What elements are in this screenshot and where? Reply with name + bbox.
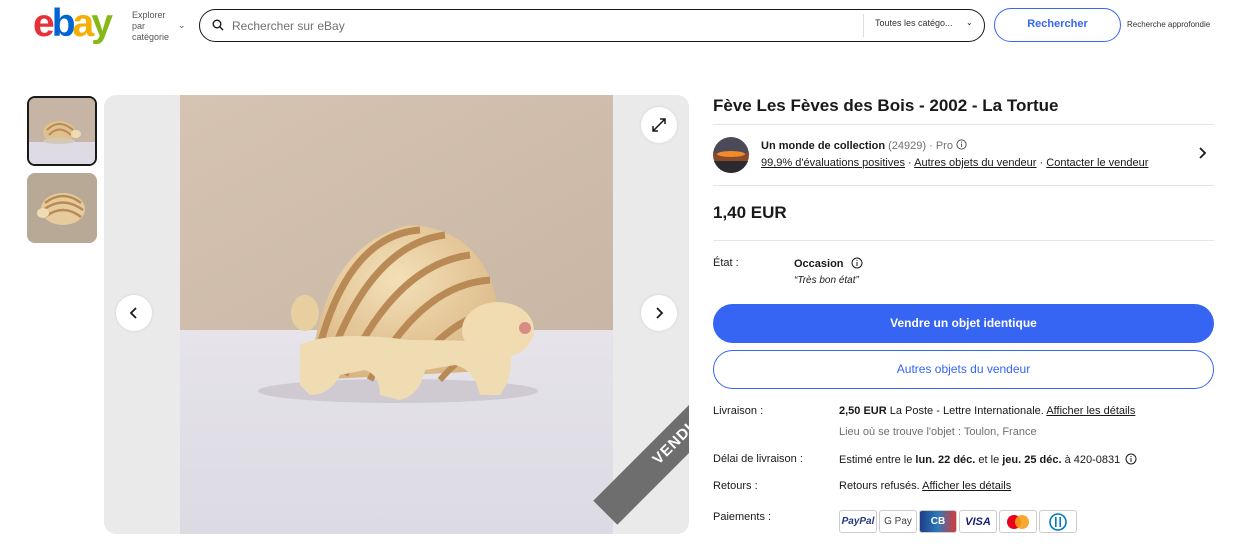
info-icon[interactable] xyxy=(851,257,863,269)
delivery-mid: et le xyxy=(975,454,1003,466)
returns-details-link[interactable]: Afficher les détails xyxy=(922,480,1011,492)
returns-value: Retours refusés. Afficher les détails xyxy=(839,480,1011,492)
paypal-text: PayPal xyxy=(841,516,875,527)
chevron-down-icon: ⌄ xyxy=(966,18,973,27)
positive-feedback-link[interactable]: 99,9% d'évaluations positives xyxy=(761,157,905,169)
divider xyxy=(863,14,864,37)
gpay-text: G Pay xyxy=(884,516,912,527)
seller-name-row: Un monde de collection (24929) · Pro xyxy=(761,139,967,152)
shipping-value: 2,50 EUR La Poste - Lettre International… xyxy=(839,405,1135,417)
avatar-image xyxy=(713,137,749,173)
category-select[interactable]: Toutes les catégo... xyxy=(875,18,953,28)
logo-letter-y: y xyxy=(91,2,113,45)
condition-text: Occasion xyxy=(794,258,844,270)
shipping-price: 2,50 EUR xyxy=(839,405,887,417)
seller-other-items-button[interactable]: Autres objets du vendeur xyxy=(713,350,1214,389)
item-location: Lieu où se trouve l'objet : Toulon, Fran… xyxy=(839,426,1037,438)
contact-seller-link[interactable]: Contacter le vendeur xyxy=(1046,157,1148,169)
header: ebay Explorer par catégorie ⌄ Toutes les… xyxy=(0,0,1237,54)
explore-by-category-button[interactable]: Explorer par catégorie ⌄ xyxy=(132,10,186,43)
mastercard-logo xyxy=(1007,514,1029,529)
thumbnail-1[interactable] xyxy=(27,96,97,166)
search-button[interactable]: Rechercher xyxy=(994,8,1121,42)
delivery-to: jeu. 25 déc. xyxy=(1002,454,1062,466)
next-image-button[interactable] xyxy=(641,295,677,331)
chevron-left-icon xyxy=(129,307,137,319)
delivery-label: Délai de livraison : xyxy=(713,453,803,465)
payment-methods: PayPal G Pay CB VISA xyxy=(839,510,1077,533)
feedback-count: (24929) xyxy=(888,140,927,152)
delivery-suffix: à 420-0831 xyxy=(1061,454,1121,466)
seller-other-items-link[interactable]: Autres objets du vendeur xyxy=(914,157,1036,169)
logo-letter-a: a xyxy=(72,2,95,45)
product-photo xyxy=(180,95,613,534)
condition-label: État : xyxy=(713,257,739,269)
info-icon[interactable] xyxy=(956,139,967,150)
seller-links: 99,9% d'évaluations positives · Autres o… xyxy=(761,157,1148,169)
search-bar: Toutes les catégo... ⌄ xyxy=(199,9,985,42)
delivery-from: lun. 22 déc. xyxy=(915,454,976,466)
main-image-viewer: VENDU xyxy=(104,95,689,534)
mastercard-icon xyxy=(999,510,1037,533)
payments-label: Paiements : xyxy=(713,511,772,523)
logo-letter-b: b xyxy=(51,2,76,45)
delivery-estimate: Estimé entre le lun. 22 déc. et le jeu. … xyxy=(839,453,1137,466)
thumbnail-image xyxy=(29,98,95,164)
shipping-details-link[interactable]: Afficher les détails xyxy=(1046,405,1135,417)
advanced-search-link[interactable]: Recherche approfondie xyxy=(1127,20,1210,29)
fullscreen-button[interactable] xyxy=(641,107,677,143)
previous-image-button[interactable] xyxy=(116,295,152,331)
price: 1,40 EUR xyxy=(713,203,787,222)
returns-label: Retours : xyxy=(713,480,758,492)
divider xyxy=(713,185,1214,186)
chevron-right-icon xyxy=(656,307,664,319)
seller-name[interactable]: Un monde de collection xyxy=(761,140,885,152)
condition-note: “Très bon état” xyxy=(794,275,859,286)
visa-text: VISA xyxy=(965,515,991,528)
diners-club-icon xyxy=(1039,510,1077,533)
shipping-method: La Poste - Lettre Internationale. xyxy=(886,405,1047,417)
info-icon[interactable] xyxy=(1125,453,1137,465)
condition-value: Occasion xyxy=(794,257,863,270)
search-icon xyxy=(212,19,224,31)
shipping-label: Livraison : xyxy=(713,405,764,417)
diners-logo xyxy=(1049,512,1067,531)
expand-icon xyxy=(652,118,666,132)
divider xyxy=(713,240,1214,241)
listing-title: Fève Les Fèves des Bois - 2002 - La Tort… xyxy=(713,96,1059,115)
seller-avatar[interactable] xyxy=(713,137,749,173)
search-input[interactable] xyxy=(232,16,832,36)
returns-text: Retours refusés. xyxy=(839,480,923,492)
seller-details-button[interactable] xyxy=(1196,146,1208,165)
ebay-logo[interactable]: ebay xyxy=(33,2,113,45)
delivery-prefix: Estimé entre le xyxy=(839,454,916,466)
google-pay-icon: G Pay xyxy=(879,510,917,533)
cb-card-icon: CB xyxy=(919,510,957,533)
thumbnail-image xyxy=(27,173,97,243)
pro-badge: · Pro xyxy=(929,140,953,152)
divider xyxy=(713,124,1214,125)
explore-label: Explorer par catégorie xyxy=(132,10,170,42)
logo-letter-e: e xyxy=(33,2,55,45)
visa-icon: VISA xyxy=(959,510,997,533)
chevron-down-icon: ⌄ xyxy=(178,20,186,30)
thumbnail-2[interactable] xyxy=(27,173,97,243)
sell-similar-button[interactable]: Vendre un objet identique xyxy=(713,304,1214,343)
paypal-icon: PayPal xyxy=(839,510,877,533)
chevron-right-icon xyxy=(1199,147,1207,159)
cb-text: CB xyxy=(930,516,946,527)
